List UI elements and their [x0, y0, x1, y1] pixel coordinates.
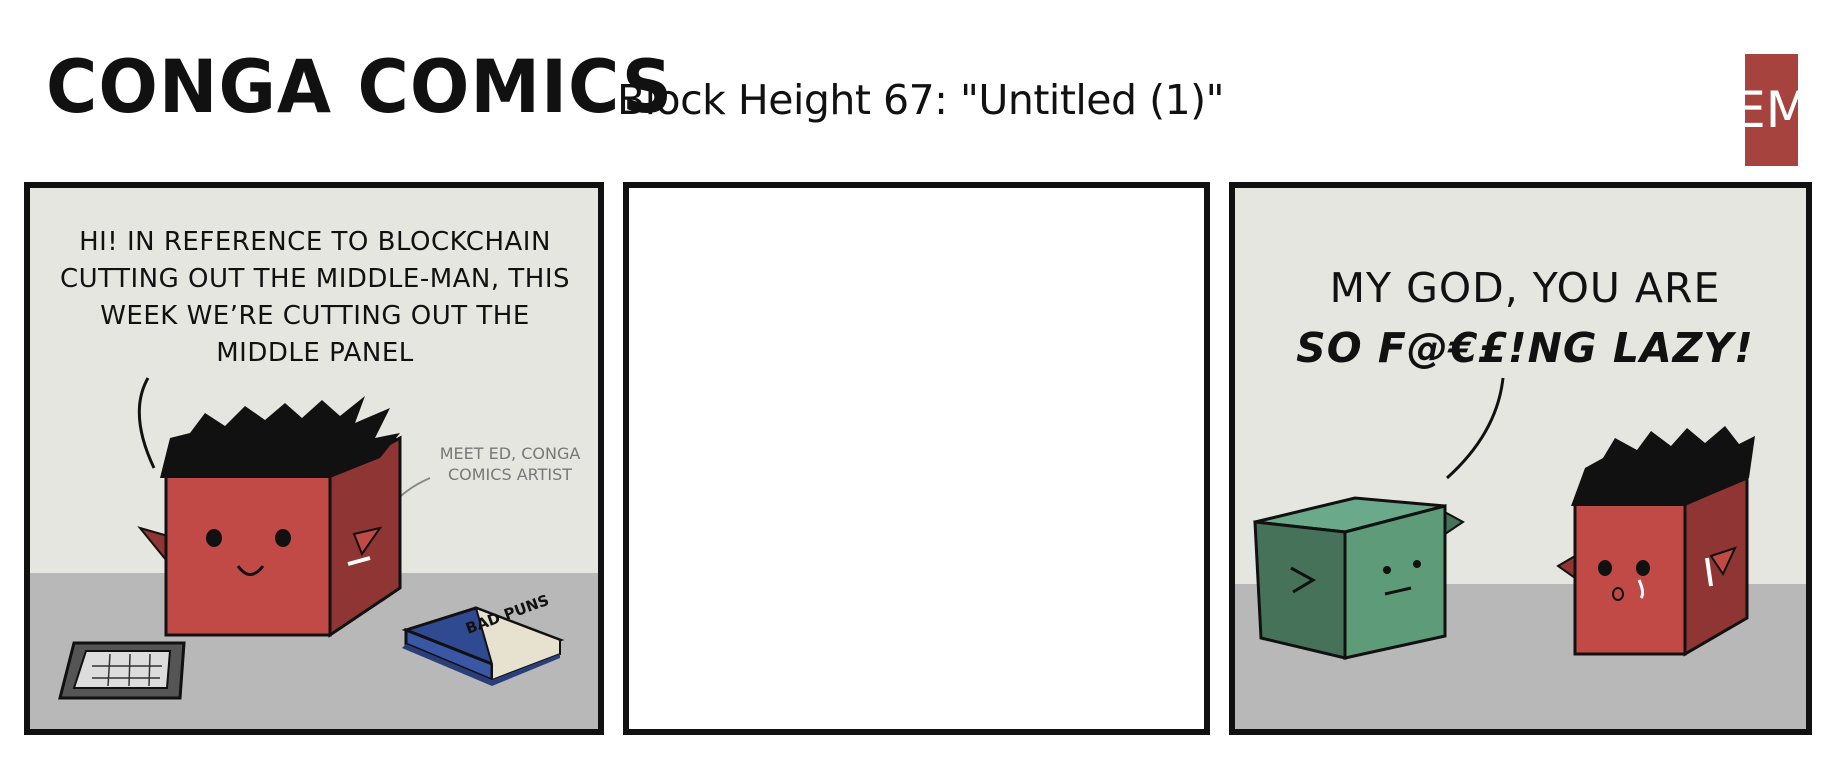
artist-logo: EM: [1734, 54, 1809, 166]
speech-tail: [137, 377, 156, 469]
episode-subtitle: Block Height 67: "Untitled (1)": [617, 76, 1225, 124]
ed-character: [1556, 426, 1755, 657]
book-icon: BAD PUNS: [401, 591, 565, 686]
comic-title: CONGA COMICS: [46, 43, 674, 131]
tablet-icon: [58, 641, 186, 700]
ed-eye-left: [206, 529, 222, 547]
logo-monogram: EM: [1734, 81, 1809, 139]
green-eye-right: [1413, 560, 1421, 568]
ed-eye-left: [1598, 560, 1612, 576]
green-eye-left: [1383, 566, 1391, 574]
comic-panel-1: HI! IN REFERENCE TO BLOCKCHAIN CUTTING O…: [24, 182, 604, 735]
ed-character: [137, 396, 402, 638]
comic-panel-2-empty: [623, 182, 1210, 735]
green-block-character: [1253, 496, 1465, 660]
comic-panel-3: MY GOD, YOU ARE SO F@€£!NG LAZY!: [1229, 182, 1812, 735]
ed-eye-right: [1636, 560, 1650, 576]
panel-3-art: [1253, 377, 1755, 660]
ed-eye-right: [275, 529, 291, 547]
speech-tail: [1445, 377, 1505, 480]
panel-1-art: BAD PUNS: [58, 377, 565, 700]
